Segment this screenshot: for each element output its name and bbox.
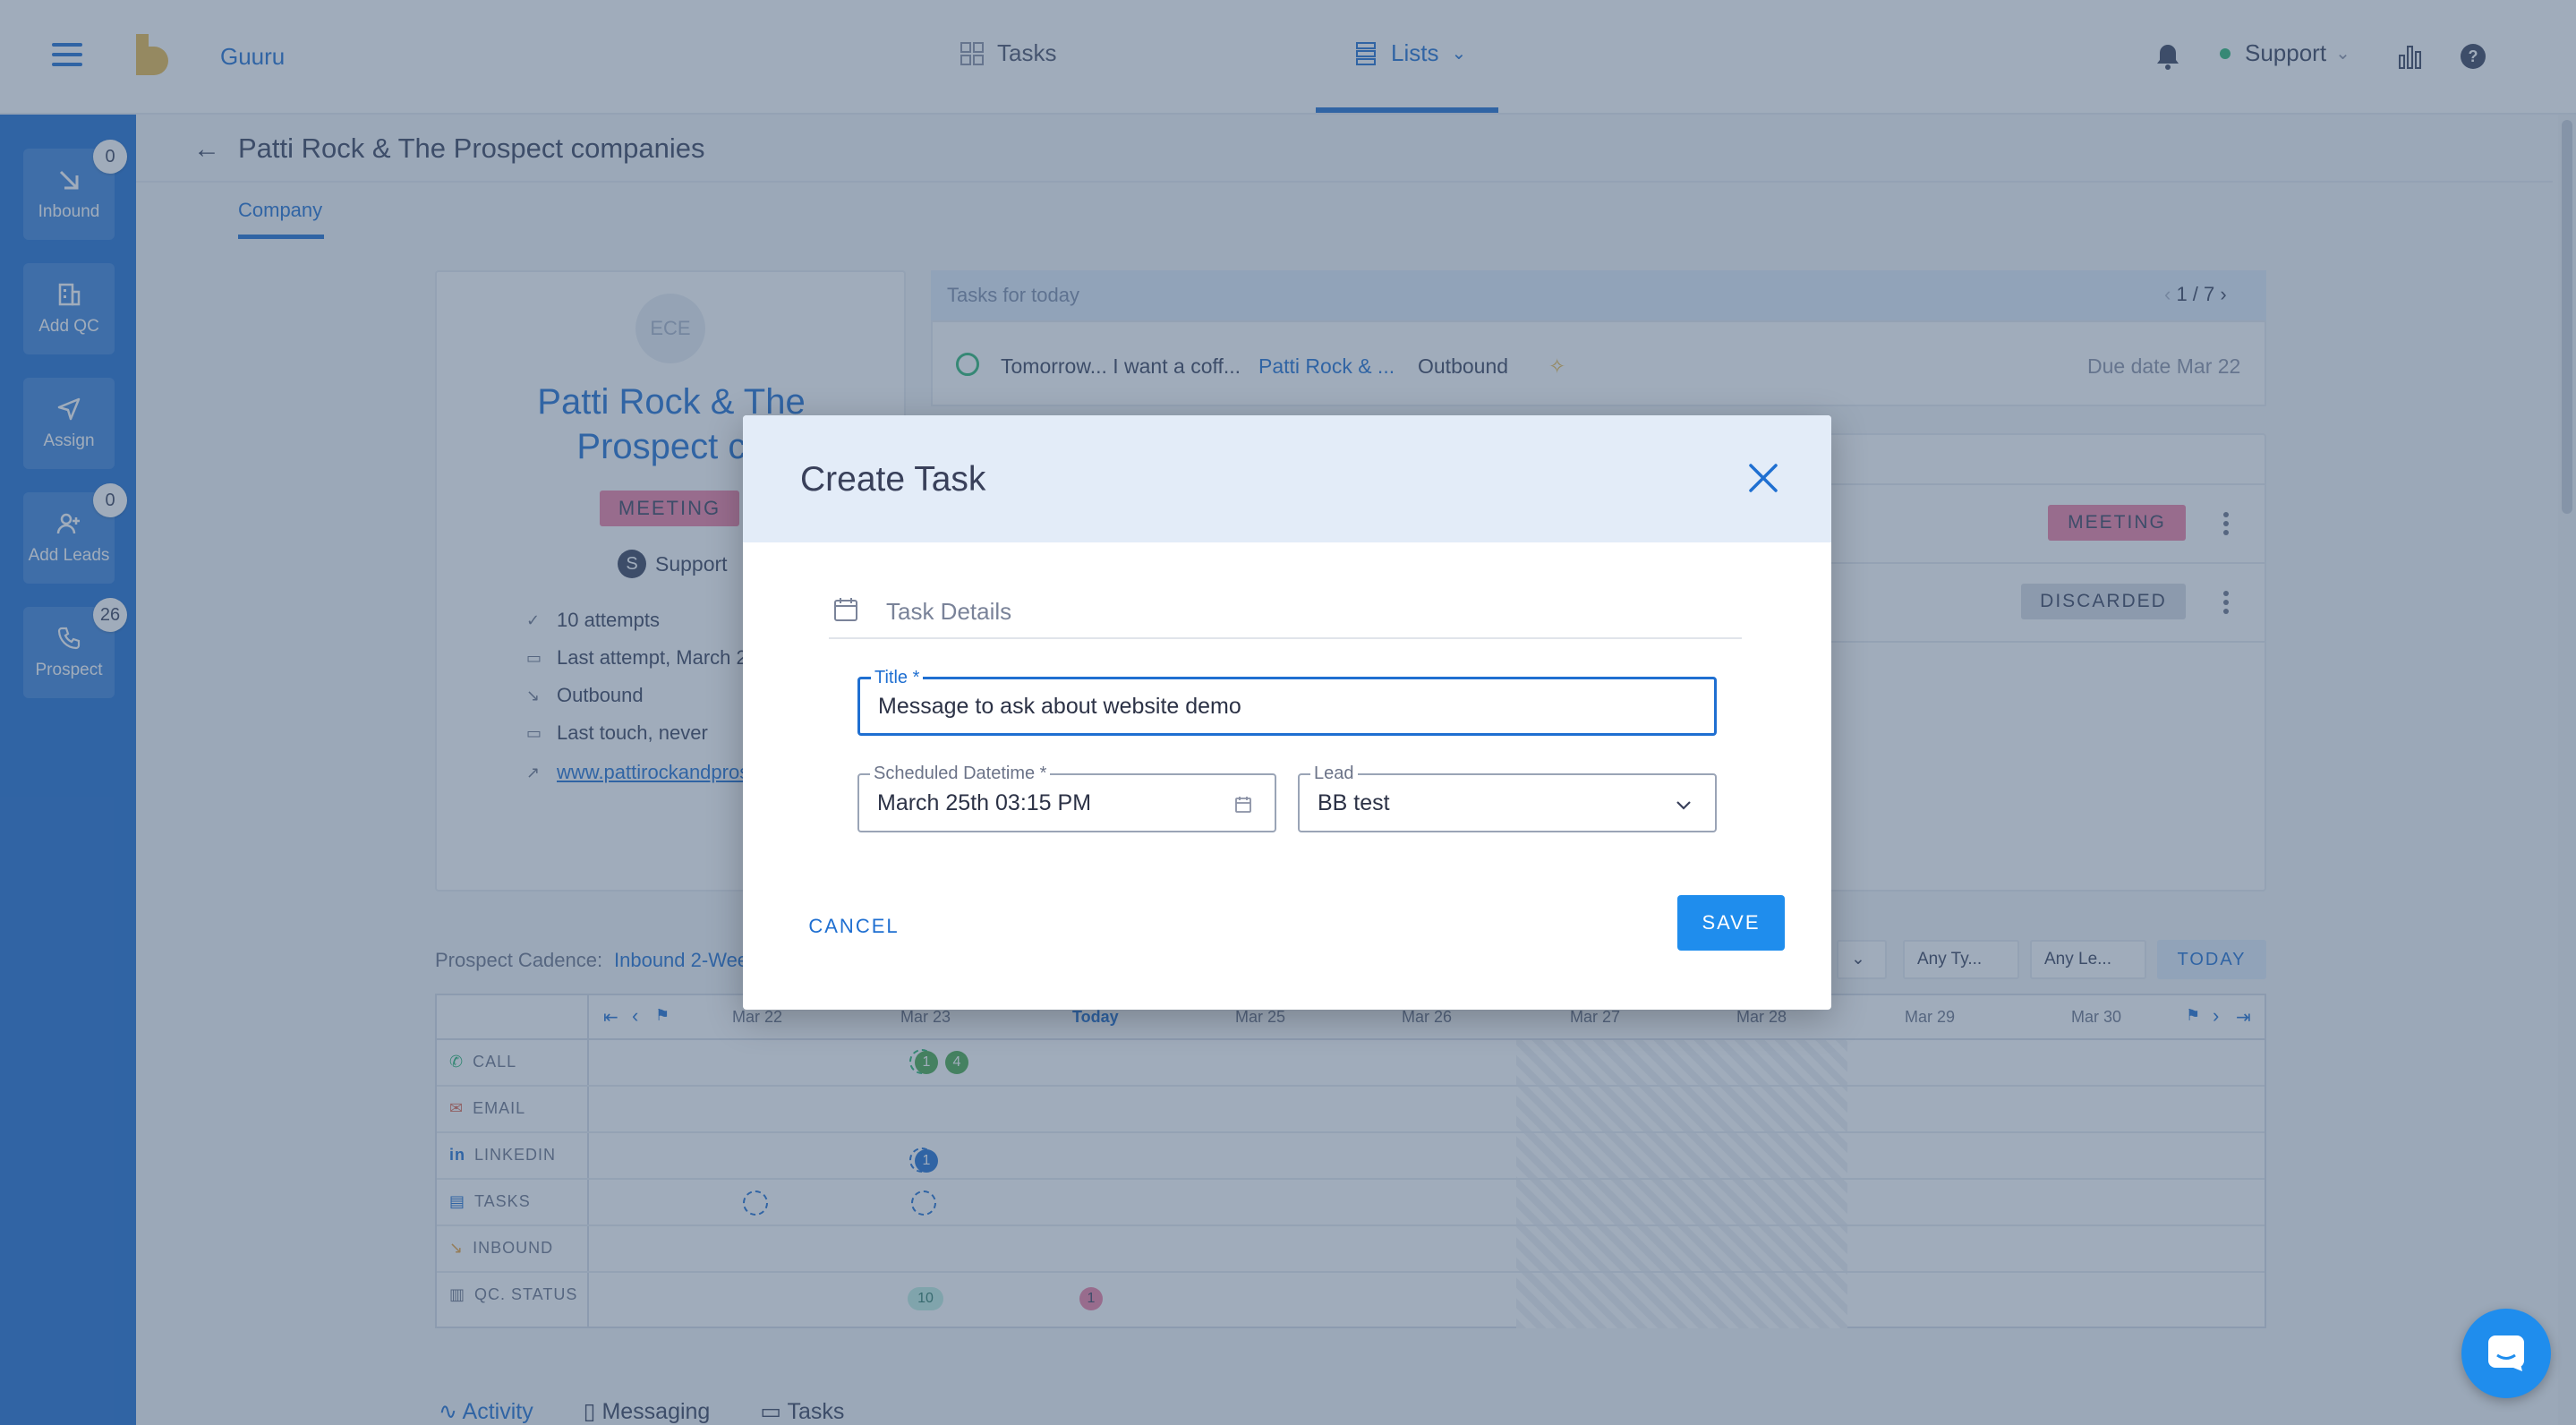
scheduled-datetime-field[interactable]: Scheduled Datetime *	[857, 763, 1276, 832]
datetime-input[interactable]	[877, 775, 1221, 831]
calendar-icon	[834, 598, 857, 621]
task-details-section: Task Details	[829, 589, 1742, 639]
lead-select-value[interactable]	[1318, 775, 1661, 831]
calendar-icon[interactable]	[1233, 795, 1253, 815]
section-label: Task Details	[886, 598, 1012, 625]
chevron-down-icon[interactable]	[1674, 795, 1693, 815]
cancel-button[interactable]: CANCEL	[797, 906, 911, 947]
chat-icon	[2488, 1335, 2524, 1371]
modal-header: Create Task	[743, 415, 1831, 542]
title-field[interactable]: Title *	[857, 667, 1717, 736]
create-task-modal: Create Task Task Details Title * Schedul…	[743, 415, 1831, 1010]
lead-select[interactable]: Lead	[1298, 763, 1717, 832]
close-icon[interactable]	[1747, 462, 1779, 494]
save-button[interactable]: SAVE	[1677, 895, 1785, 951]
modal-title: Create Task	[800, 460, 986, 499]
chat-launcher[interactable]	[2461, 1309, 2551, 1398]
title-input[interactable]	[878, 679, 1660, 733]
